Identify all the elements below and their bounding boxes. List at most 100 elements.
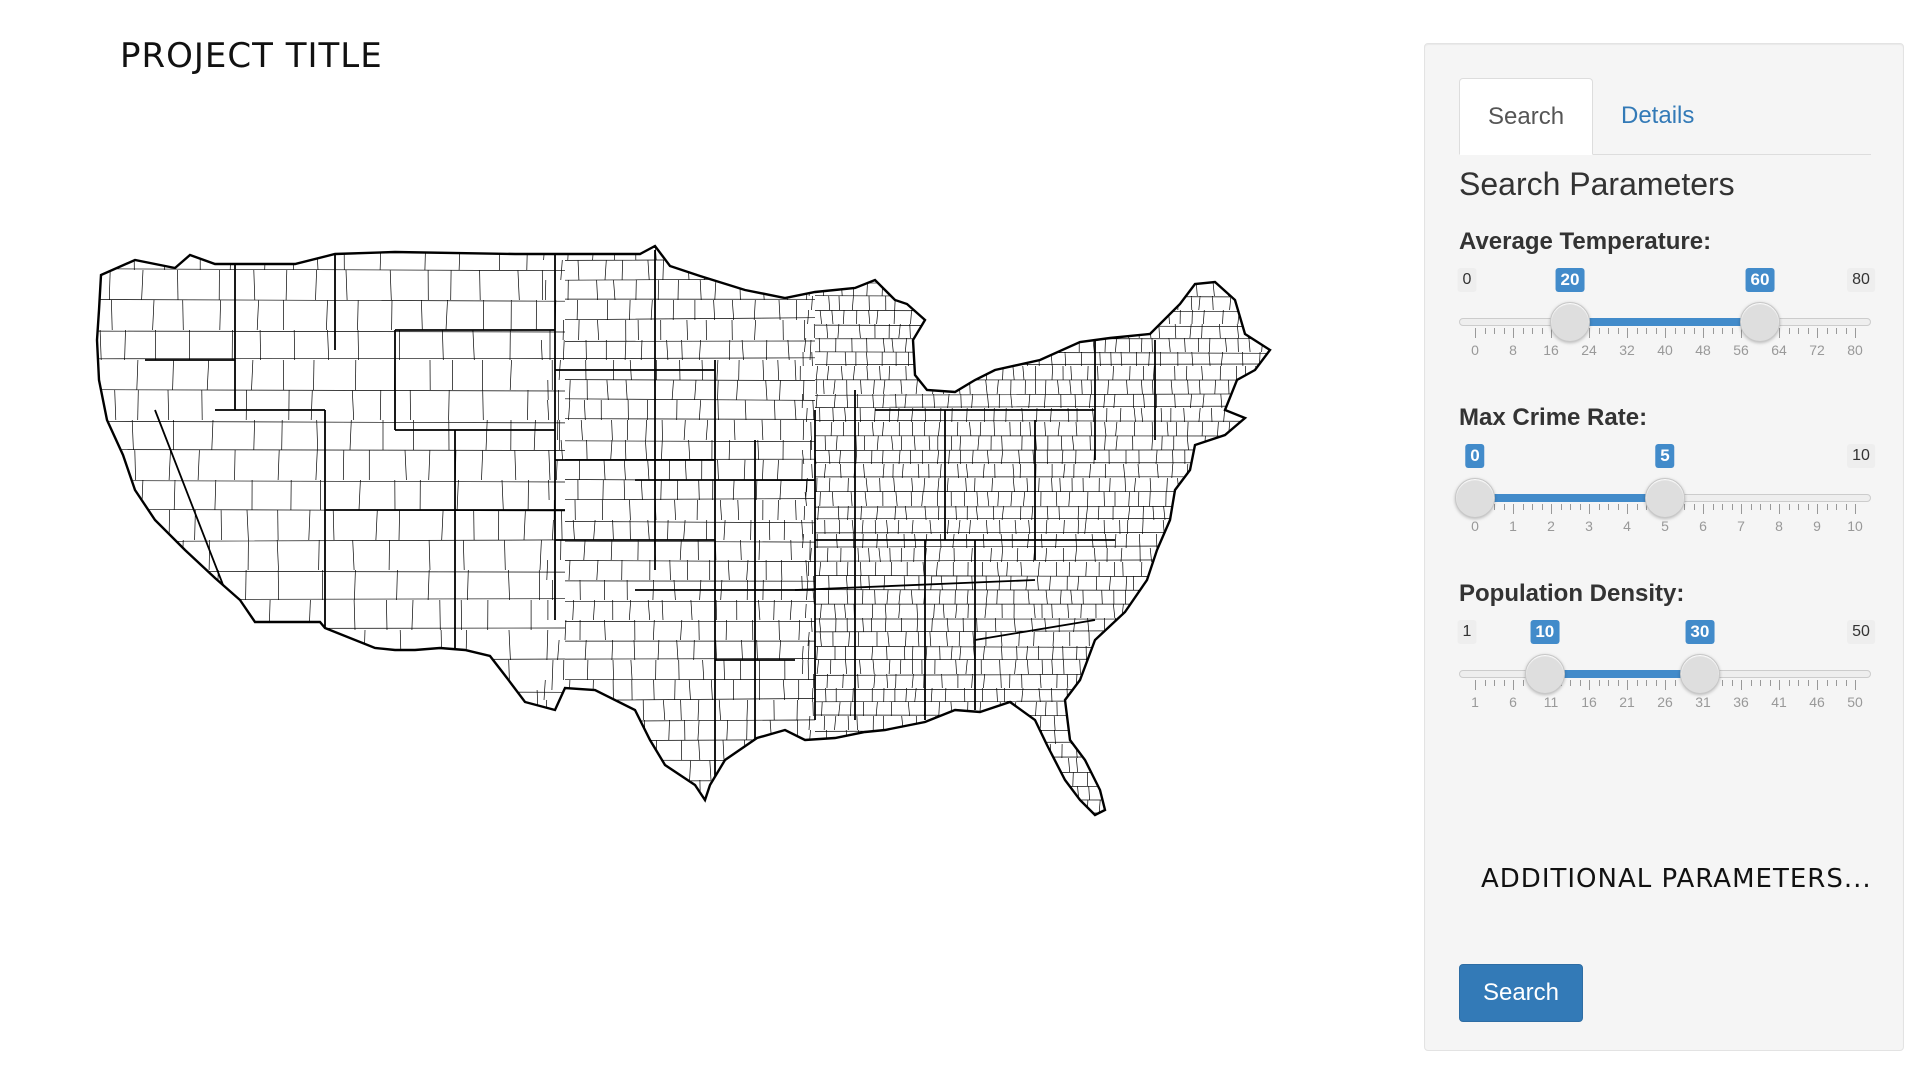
- slider-minor-tick: [1655, 328, 1657, 334]
- slider-tick: [1513, 328, 1514, 338]
- slider-high-handle[interactable]: [1740, 302, 1780, 342]
- slider-minor-tick: [1579, 504, 1581, 510]
- slider-minor-tick: [1598, 504, 1600, 510]
- slider-minor-tick: [1484, 328, 1486, 334]
- slider-minor-tick: [1494, 680, 1495, 686]
- slider-low-value: 20: [1555, 268, 1585, 292]
- slider-minor-tick: [1845, 504, 1847, 510]
- slider-tick: [1779, 680, 1780, 690]
- slider-minor-tick: [1845, 680, 1847, 686]
- slider-minor-tick: [1598, 680, 1600, 686]
- slider-high-value: 30: [1685, 620, 1715, 644]
- slider-minor-tick: [1541, 504, 1543, 510]
- slider-tick-label: 41: [1771, 694, 1787, 710]
- slider-low-value: 10: [1530, 620, 1560, 644]
- slider-tick-label: 72: [1809, 342, 1825, 358]
- slider-tick-label: 1: [1471, 694, 1479, 710]
- slider-tick: [1703, 328, 1704, 338]
- slider-tick-label: 1: [1509, 518, 1517, 534]
- slider-tick-label: 26: [1657, 694, 1673, 710]
- slider-tick: [1817, 328, 1818, 338]
- average-temperature-slider[interactable]: 0 80 20 60 0 8 16 24 32 40 48 56 64 72 80: [1457, 256, 1875, 376]
- slider-tick: [1817, 680, 1818, 690]
- slider-tick-label: 64: [1771, 342, 1787, 358]
- slider-tick-label: 6: [1699, 518, 1707, 534]
- slider-high-handle[interactable]: [1679, 654, 1720, 694]
- slider-minor-tick: [1836, 680, 1837, 686]
- slider-low-handle[interactable]: [1524, 654, 1565, 694]
- population-density-slider-group: Population Density: 1 50 10 30 1 6 11 16 21 26 31 3…: [1457, 580, 1875, 730]
- slider-low-handle[interactable]: [1550, 302, 1590, 342]
- slider-minor-tick: [1722, 680, 1723, 686]
- tab-search[interactable]: Search: [1459, 78, 1594, 155]
- slider-minor-tick: [1731, 504, 1733, 510]
- slider-tick: [1589, 680, 1590, 690]
- max-crime-rate-slider[interactable]: 10 0 5 0 1 2 3 4 5 6 7 8 9 10: [1455, 432, 1875, 552]
- average-temperature-slider-group: Average Temperature: 0 80 20 60 0 8 16 24 32 40 48…: [1457, 228, 1875, 378]
- slider-minor-tick: [1617, 504, 1619, 510]
- slider-max-label: 80: [1847, 268, 1875, 292]
- search-button[interactable]: Search: [1459, 964, 1583, 1022]
- slider-label: Max Crime Rate:: [1459, 404, 1648, 431]
- slider-tick: [1513, 680, 1514, 690]
- slider-minor-tick: [1798, 680, 1799, 686]
- slider-tick: [1741, 504, 1742, 514]
- slider-minor-tick: [1788, 680, 1790, 686]
- slider-tick: [1475, 328, 1476, 338]
- slider-tick-label: 11: [1543, 694, 1559, 710]
- slider-minor-tick: [1522, 504, 1524, 510]
- slider-minor-tick: [1636, 328, 1638, 334]
- slider-tick-label: 0: [1471, 518, 1479, 534]
- slider-minor-tick: [1674, 680, 1676, 686]
- slider-tick: [1665, 328, 1666, 338]
- us-county-map[interactable]: [95, 240, 1395, 940]
- slider-tick-label: 8: [1775, 518, 1783, 534]
- slider-tick-label: 46: [1809, 694, 1825, 710]
- slider-minor-tick: [1807, 328, 1809, 334]
- slider-minor-tick: [1826, 504, 1828, 510]
- slider-minor-tick: [1798, 328, 1799, 334]
- slider-tick-label: 16: [1581, 694, 1597, 710]
- additional-parameters-text: ADDITIONAL PARAMETERS...: [1481, 864, 1872, 894]
- slider-tick: [1513, 504, 1514, 514]
- slider-tick-label: 16: [1543, 342, 1559, 358]
- page-title: PROJECT TITLE: [120, 36, 383, 76]
- slider-low-handle[interactable]: [1455, 478, 1495, 518]
- slider-minor-tick: [1836, 328, 1837, 334]
- slider-tick-label: 32: [1619, 342, 1635, 358]
- slider-tick-label: 56: [1733, 342, 1749, 358]
- slider-minor-tick: [1807, 504, 1809, 510]
- slider-minor-tick: [1693, 328, 1695, 334]
- slider-high-value: 60: [1745, 268, 1775, 292]
- slider-tick-label: 7: [1737, 518, 1745, 534]
- slider-tick: [1589, 504, 1590, 514]
- slider-tick-label: 0: [1471, 342, 1479, 358]
- slider-minor-tick: [1712, 328, 1714, 334]
- slider-tick: [1665, 680, 1666, 690]
- slider-label: Population Density:: [1459, 580, 1685, 607]
- slider-tick: [1627, 328, 1628, 338]
- tab-details[interactable]: Details: [1593, 78, 1722, 154]
- slider-minor-tick: [1617, 328, 1619, 334]
- slider-minor-tick: [1503, 504, 1505, 510]
- slider-minor-tick: [1532, 504, 1533, 510]
- max-crime-rate-slider-group: Max Crime Rate: 10 0 5 0 1 2 3 4 5 6 7 8 9 10: [1455, 404, 1875, 554]
- slider-minor-tick: [1760, 680, 1761, 686]
- slider-tick: [1779, 328, 1780, 338]
- slider-high-handle[interactable]: [1645, 478, 1685, 518]
- slider-minor-tick: [1798, 504, 1799, 510]
- slider-tick-label: 8: [1509, 342, 1517, 358]
- slider-minor-tick: [1760, 504, 1761, 510]
- slider-tick: [1817, 504, 1818, 514]
- slider-tick: [1627, 680, 1628, 690]
- slider-minor-tick: [1655, 680, 1657, 686]
- slider-minor-tick: [1560, 504, 1562, 510]
- slider-minor-tick: [1684, 504, 1685, 510]
- slider-tick-label: 36: [1733, 694, 1749, 710]
- population-density-slider[interactable]: 1 50 10 30 1 6 11 16 21 26 31 36 41 46 50: [1457, 608, 1875, 728]
- slider-tick-label: 48: [1695, 342, 1711, 358]
- slider-tick-label: 31: [1695, 694, 1711, 710]
- slider-minor-tick: [1484, 680, 1486, 686]
- slider-minor-tick: [1807, 680, 1809, 686]
- slider-minor-tick: [1503, 328, 1505, 334]
